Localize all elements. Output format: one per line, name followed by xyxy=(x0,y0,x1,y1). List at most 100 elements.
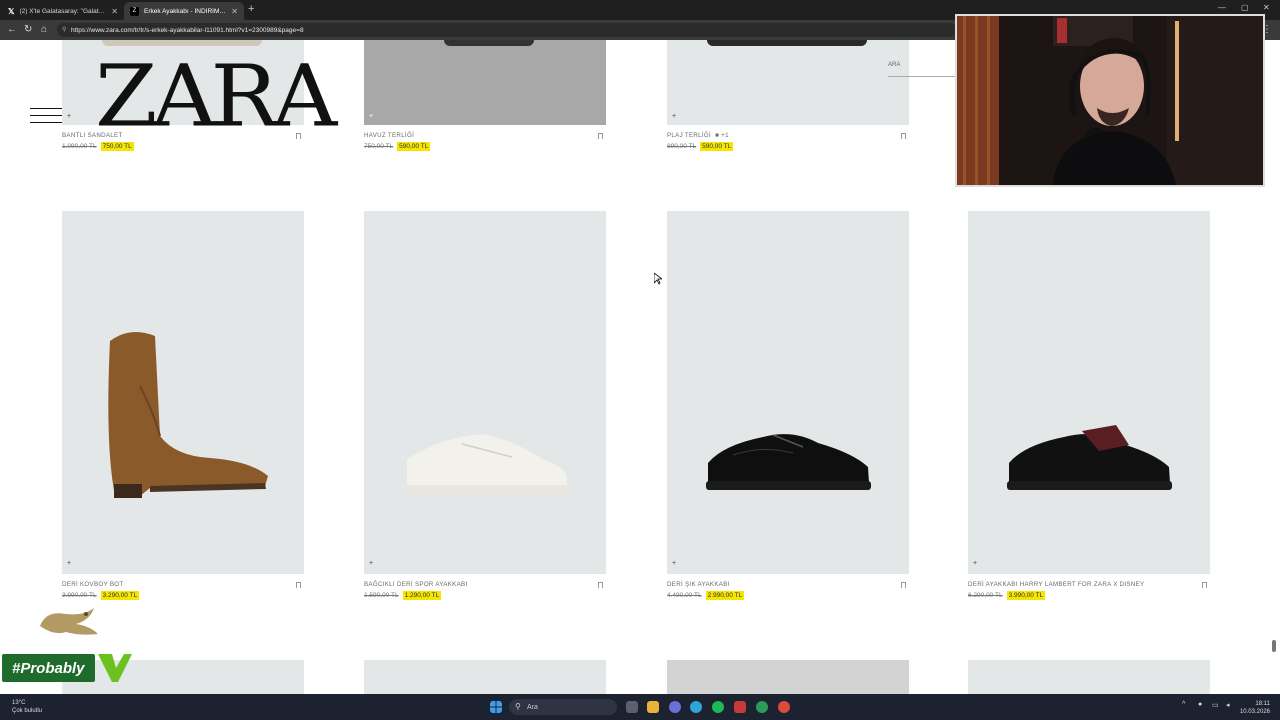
product-image[interactable] xyxy=(364,211,606,574)
old-price: 750,00 TL xyxy=(364,143,394,150)
product-prices: 1.590,00 TL 1.290,00 TL xyxy=(364,591,442,600)
slide-shape xyxy=(707,40,867,46)
page-scrollbar[interactable] xyxy=(1272,640,1276,652)
back-arrow-icon[interactable]: ← xyxy=(7,24,17,35)
bookmark-icon[interactable] xyxy=(598,582,603,588)
sale-price: 3.990,00 TL xyxy=(1006,591,1046,600)
product-name: DERİ KOVBOY BOT xyxy=(62,581,124,588)
streamer-webcam xyxy=(955,14,1265,187)
product-image[interactable] xyxy=(667,660,909,694)
old-price: 890,00 TL xyxy=(667,143,697,150)
add-to-cart-icon[interactable]: + xyxy=(672,113,678,120)
old-price: 4.490,00 TL xyxy=(667,592,702,599)
microphone-icon[interactable]: ● xyxy=(1198,701,1202,708)
sale-price: 590,00 TL xyxy=(700,142,734,151)
add-to-cart-icon[interactable]: + xyxy=(67,113,73,120)
add-to-cart-icon[interactable]: + xyxy=(973,560,979,567)
url-text: https://www.zara.com/tr/tr/s-erkek-ayakk… xyxy=(71,26,304,34)
black-shoe-with-bow-image xyxy=(1007,425,1172,490)
close-window-icon[interactable]: ✕ xyxy=(1263,3,1270,12)
old-price: 3.990,00 TL xyxy=(62,592,97,599)
add-to-cart-icon[interactable]: + xyxy=(369,560,375,567)
sale-price: 590,00 TL xyxy=(397,142,431,151)
tray-overflow-icon[interactable]: ^ xyxy=(1182,701,1185,708)
spotify-icon[interactable] xyxy=(712,701,724,713)
product-name: PLAJ TERLİĞİ ■ +1 xyxy=(667,132,729,139)
product-image[interactable] xyxy=(364,40,606,125)
app-icon[interactable] xyxy=(756,701,768,713)
volume-icon[interactable]: ◂ xyxy=(1226,701,1230,709)
weather-widget[interactable]: 13°C Çok bulutlu xyxy=(12,699,42,715)
x-logo-icon: 𝕏 xyxy=(8,6,15,16)
webcam-feed xyxy=(957,16,1263,185)
add-to-cart-icon[interactable]: + xyxy=(672,560,678,567)
old-price: 1.590,00 TL xyxy=(364,592,399,599)
cowboy-boot-image xyxy=(108,332,268,498)
product-prices: 4.490,00 TL 2.990,00 TL xyxy=(667,591,745,600)
tab-zara[interactable]: Z Erkek Ayakkabı - İNDİRİM | ZARA ✕ xyxy=(124,2,244,20)
teams-icon[interactable] xyxy=(669,701,681,713)
color-swatch-count: ■ +1 xyxy=(715,132,729,139)
product-image[interactable] xyxy=(968,660,1210,694)
black-derby-shoe-image xyxy=(706,434,871,490)
product-prices: 6.290,00 TL 3.990,00 TL xyxy=(968,591,1046,600)
site-info-icon[interactable]: ⚲ xyxy=(62,26,66,33)
windows-taskbar: 13°C Çok bulutlu ⚲ Ara ^ ● ▭ ◂ 18:11 10.… xyxy=(0,694,1280,720)
bookmark-icon[interactable] xyxy=(1202,582,1207,588)
search-link[interactable]: ARA xyxy=(888,62,958,77)
url-input[interactable]: ⚲ https://www.zara.com/tr/tr/s-erkek-aya… xyxy=(57,23,957,37)
close-tab-icon[interactable]: ✕ xyxy=(231,7,238,16)
product-image[interactable] xyxy=(667,211,909,574)
product-prices: 890,00 TL 590,00 TL xyxy=(667,142,734,151)
weather-desc: Çok bulutlu xyxy=(12,708,43,714)
app-icon[interactable] xyxy=(734,701,746,713)
menu-hamburger-icon[interactable] xyxy=(30,108,62,124)
edge-icon[interactable] xyxy=(690,701,702,713)
maximize-icon[interactable]: ▢ xyxy=(1241,3,1249,12)
weather-temp: 13°C xyxy=(12,700,26,706)
product-name: DERİ AYAKKABI HARRY LAMBERT FOR ZARA X D… xyxy=(968,581,1145,588)
bookmark-icon[interactable] xyxy=(901,582,906,588)
product-image[interactable] xyxy=(667,40,909,125)
file-explorer-icon[interactable] xyxy=(647,701,659,713)
minimize-icon[interactable]: — xyxy=(1218,3,1226,12)
add-to-cart-icon[interactable]: + xyxy=(67,560,73,567)
product-name: DERİ ŞIK AYAKKABI xyxy=(667,581,730,588)
task-view-icon[interactable] xyxy=(626,701,638,713)
sale-price: 2.990,00 TL xyxy=(705,591,745,600)
close-tab-icon[interactable]: ✕ xyxy=(111,7,118,16)
tab-title: (2) X'te Galatasaray: "Galatasaray"... xyxy=(19,7,106,15)
taskbar-clock[interactable]: 18:11 10.03.2026 xyxy=(1240,700,1270,716)
reload-icon[interactable]: ↻ xyxy=(24,24,32,35)
product-image[interactable] xyxy=(968,211,1210,574)
taskbar-search-input[interactable]: ⚲ Ara xyxy=(509,699,617,715)
product-name: BAĞCIKLI DERİ SPOR AYAKKABI xyxy=(364,581,468,588)
slide-shape xyxy=(444,40,534,46)
windows-start-icon[interactable] xyxy=(490,701,502,713)
checkmark-logo-icon xyxy=(98,654,132,682)
bookmark-icon[interactable] xyxy=(296,582,301,588)
product-prices: 3.990,00 TL 3.290,00 TL xyxy=(62,591,140,600)
product-image[interactable] xyxy=(364,660,606,694)
sandal-shape xyxy=(102,40,262,46)
bookmark-icon[interactable] xyxy=(598,133,603,139)
app-icon[interactable] xyxy=(778,701,790,713)
zara-logo[interactable]: ZARA xyxy=(95,54,337,140)
bookmark-icon[interactable] xyxy=(901,133,906,139)
search-icon: ⚲ xyxy=(515,702,521,711)
product-prices: 750,00 TL 590,00 TL xyxy=(364,142,431,151)
network-icon[interactable]: ▭ xyxy=(1212,701,1219,709)
dragon-logo-icon xyxy=(40,608,98,635)
sale-price: 3.290,00 TL xyxy=(100,591,140,600)
product-name: HAVUZ TERLİĞİ xyxy=(364,132,415,139)
product-image[interactable] xyxy=(62,211,304,574)
home-icon[interactable]: ⌂ xyxy=(41,24,47,35)
mouse-cursor-icon xyxy=(654,273,662,285)
white-sneaker-image xyxy=(405,434,568,495)
new-tab-button[interactable]: + xyxy=(248,3,254,15)
tab-galatasaray[interactable]: 𝕏 (2) X'te Galatasaray: "Galatasaray"...… xyxy=(2,2,124,20)
clock-time: 18:11 xyxy=(1255,701,1270,707)
old-price: 1.090,00 TL xyxy=(62,143,97,150)
add-to-cart-icon[interactable]: + xyxy=(369,113,375,120)
zara-favicon-icon: Z xyxy=(130,6,139,16)
